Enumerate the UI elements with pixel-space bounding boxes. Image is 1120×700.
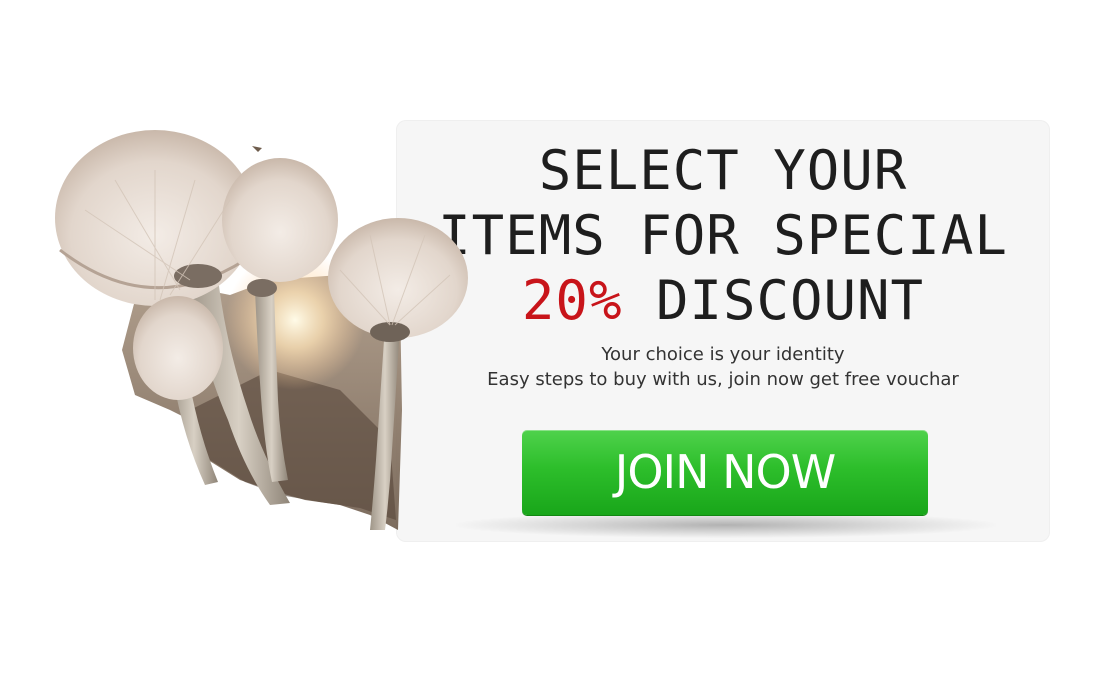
discount-percent: 20%: [521, 269, 623, 332]
headline-line-2: ITEMS FOR SPECIAL: [438, 204, 1008, 267]
promo-card: SELECT YOUR ITEMS FOR SPECIAL 20% DISCOU…: [396, 120, 1050, 542]
subtext-line-2: Easy steps to buy with us, join now get …: [487, 369, 959, 390]
promo-headline: SELECT YOUR ITEMS FOR SPECIAL 20% DISCOU…: [396, 138, 1050, 333]
mushrooms-image: [55, 130, 468, 530]
discount-word: DISCOUNT: [622, 269, 925, 332]
promo-banner: SELECT YOUR ITEMS FOR SPECIAL 20% DISCOU…: [0, 0, 1120, 700]
subtext-line-1: Your choice is your identity: [601, 344, 845, 365]
button-shadow: [456, 512, 996, 538]
promo-subtext: Your choice is your identity Easy steps …: [396, 342, 1050, 392]
join-now-button[interactable]: JOIN NOW: [522, 430, 928, 515]
headline-line-3: 20% DISCOUNT: [396, 268, 1050, 333]
mushroom-cap-small: [133, 296, 223, 400]
headline-line-1: SELECT YOUR: [538, 139, 908, 202]
